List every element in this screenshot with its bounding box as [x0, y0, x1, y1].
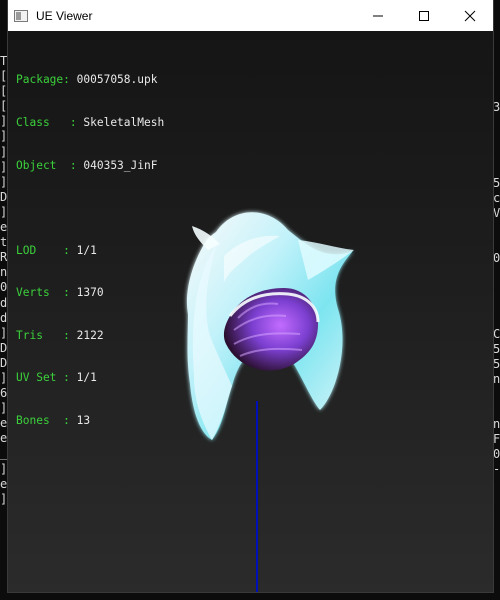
- lod-label: LOD: [16, 243, 37, 257]
- info-spacer: [16, 201, 164, 215]
- bones-value: 13: [76, 414, 91, 428]
- bone-axis-line: [256, 401, 258, 592]
- verts-label: Verts: [16, 286, 50, 300]
- class-label: Class: [16, 116, 50, 130]
- uvset-value: 1/1: [76, 371, 97, 385]
- class-value: SkeletalMesh: [83, 116, 165, 130]
- package-row: Package: 00057058.upk: [16, 73, 164, 87]
- object-row: Object : 040353_JinF: [16, 158, 158, 172]
- close-button[interactable]: [447, 0, 493, 31]
- verts-value: 1370: [76, 286, 104, 300]
- mesh-viewport[interactable]: Package: 00057058.upk Class : SkeletalMe…: [8, 31, 493, 592]
- maximize-icon: [419, 10, 429, 21]
- window-titlebar[interactable]: UE Viewer: [8, 0, 493, 31]
- background-console-left-text: T [ [ [ ] ] ] ] ] D ] e t R n 0 d d ] D …: [0, 54, 8, 506]
- bones-label: Bones: [16, 414, 50, 428]
- skeletal-mesh-render: [186, 212, 354, 440]
- minimize-button[interactable]: [355, 0, 401, 31]
- bones-row: Bones : 13: [16, 414, 91, 428]
- lod-row: LOD : 1/1: [16, 243, 97, 257]
- window-controls: [355, 0, 493, 31]
- close-icon: [464, 10, 476, 21]
- background-console-right-text: 3 5 c V 0 C 5 5 n n F 0 -: [493, 100, 500, 477]
- tris-label: Tris: [16, 328, 43, 342]
- maximize-button[interactable]: [401, 0, 447, 31]
- lod-value: 1/1: [76, 243, 97, 257]
- tris-value: 2122: [76, 328, 104, 342]
- class-row: Class : SkeletalMesh: [16, 116, 165, 130]
- object-label: Object: [16, 158, 57, 172]
- object-value: 040353_JinF: [83, 158, 158, 172]
- minimize-icon: [373, 15, 383, 16]
- ue-viewer-window[interactable]: UE Viewer Package: 00057058.upk Class: …: [8, 0, 493, 592]
- uvset-row: UV Set : 1/1: [16, 371, 97, 385]
- app-icon: [14, 9, 28, 22]
- window-title: UE Viewer: [36, 8, 93, 23]
- mesh-info-overlay: Package: 00057058.upk Class : SkeletalMe…: [16, 45, 164, 457]
- package-label: Package:: [16, 73, 70, 87]
- verts-row: Verts : 1370: [16, 286, 104, 300]
- uvset-label: UV Set: [16, 371, 57, 385]
- tris-row: Tris : 2122: [16, 328, 104, 342]
- package-value: 00057058.upk: [76, 73, 158, 87]
